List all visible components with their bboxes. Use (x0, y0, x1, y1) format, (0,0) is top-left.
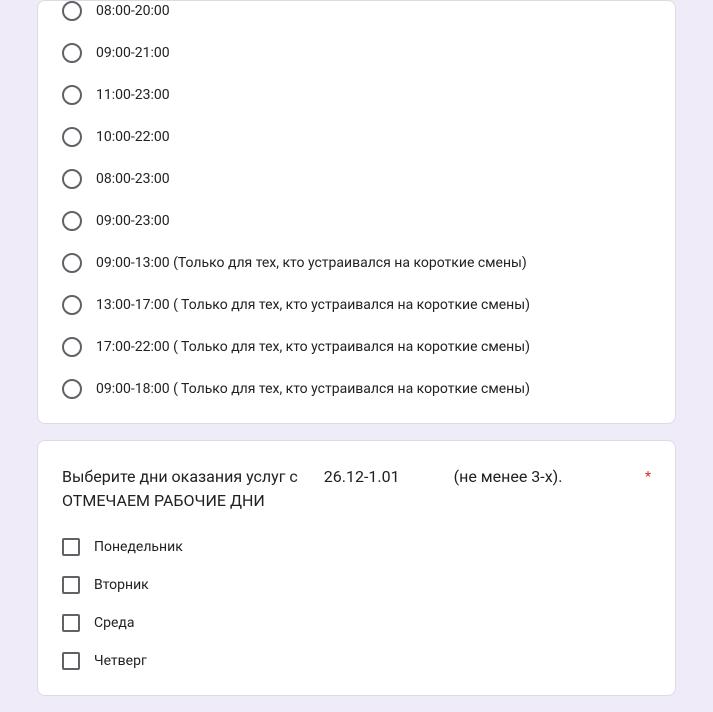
checkbox-icon (62, 614, 80, 632)
title-date: 26.12-1.01 (324, 467, 400, 486)
radio-icon (62, 379, 82, 399)
radio-option[interactable]: 08:00-20:00 (62, 1, 651, 21)
radio-label: 13:00-17:00 ( Только для тех, кто устраи… (96, 295, 530, 315)
radio-option[interactable]: 09:00-18:00 ( Только для тех, кто устраи… (62, 379, 651, 399)
radio-label: 08:00-20:00 (96, 1, 170, 21)
title-line2: ОТМЕЧАЕМ РАБОЧИЕ ДНИ (62, 491, 265, 510)
checkbox-icon (62, 652, 80, 670)
question-title: Выберите дни оказания услуг с 26.12-1.01 (… (62, 465, 651, 513)
checkbox-icon (62, 576, 80, 594)
radio-icon (62, 1, 82, 21)
radio-label: 09:00-13:00 (Только для тех, кто устраив… (96, 253, 527, 273)
checkbox-option[interactable]: Понедельник (62, 537, 651, 557)
radio-group-time: 08:00-20:00 09:00-21:00 11:00-23:00 10:0… (62, 1, 651, 399)
title-note: (не менее 3-х). (454, 467, 563, 486)
radio-label: 09:00-18:00 ( Только для тех, кто устраи… (96, 379, 530, 399)
radio-option[interactable]: 08:00-23:00 (62, 169, 651, 189)
radio-option[interactable]: 09:00-23:00 (62, 211, 651, 231)
question-card-time: 08:00-20:00 09:00-21:00 11:00-23:00 10:0… (37, 0, 676, 424)
radio-icon (62, 211, 82, 231)
radio-label: 08:00-23:00 (96, 169, 170, 189)
checkbox-label: Четверг (94, 651, 147, 671)
radio-option[interactable]: 11:00-23:00 (62, 85, 651, 105)
radio-option[interactable]: 13:00-17:00 ( Только для тех, кто устраи… (62, 295, 651, 315)
checkbox-label: Понедельник (94, 537, 183, 557)
checkbox-option[interactable]: Среда (62, 613, 651, 633)
radio-icon (62, 127, 82, 147)
required-indicator: * (645, 465, 651, 489)
radio-icon (62, 43, 82, 63)
checkbox-label: Среда (94, 613, 134, 633)
checkbox-option[interactable]: Вторник (62, 575, 651, 595)
radio-icon (62, 169, 82, 189)
checkbox-option[interactable]: Четверг (62, 651, 651, 671)
checkbox-icon (62, 538, 80, 556)
question-card-days: Выберите дни оказания услуг с 26.12-1.01 (… (37, 440, 676, 696)
radio-icon (62, 295, 82, 315)
radio-icon (62, 253, 82, 273)
radio-label: 11:00-23:00 (96, 85, 170, 105)
checkbox-group-days: Понедельник Вторник Среда Четверг (62, 537, 651, 671)
radio-label: 10:00-22:00 (96, 127, 170, 147)
title-text: Выберите дни оказания услуг с (62, 467, 298, 486)
radio-label: 17:00-22:00 ( Только для тех, кто устраи… (96, 337, 530, 357)
radio-icon (62, 337, 82, 357)
radio-option[interactable]: 17:00-22:00 ( Только для тех, кто устраи… (62, 337, 651, 357)
radio-option[interactable]: 09:00-13:00 (Только для тех, кто устраив… (62, 253, 651, 273)
radio-label: 09:00-21:00 (96, 43, 170, 63)
radio-label: 09:00-23:00 (96, 211, 170, 231)
radio-option[interactable]: 09:00-21:00 (62, 43, 651, 63)
radio-icon (62, 85, 82, 105)
checkbox-label: Вторник (94, 575, 149, 595)
radio-option[interactable]: 10:00-22:00 (62, 127, 651, 147)
